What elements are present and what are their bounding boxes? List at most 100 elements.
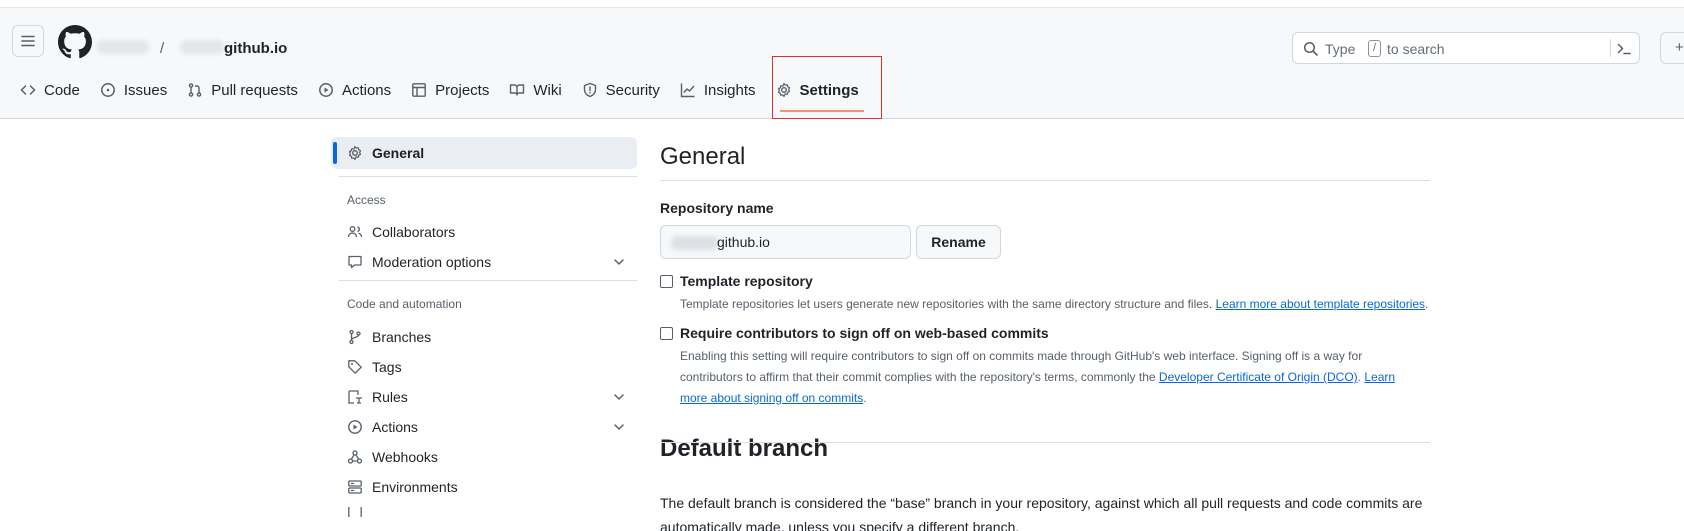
signoff-learn-more-link[interactable]: Learn (1364, 370, 1395, 384)
signoff-line2-period: . (1357, 370, 1361, 384)
signoff-label[interactable]: Require contributors to sign off on web-… (680, 325, 1049, 341)
search-icon (1303, 41, 1318, 56)
settings-highlight-box (772, 56, 882, 119)
search-placeholder-prefix: Type (1325, 41, 1356, 57)
sidebar-item-label: Rules (372, 389, 408, 405)
sidebar-item-label: Tags (372, 359, 402, 375)
play-icon (318, 83, 333, 97)
browser-top-strip (0, 0, 1684, 8)
sidebar-item-label: Branches (372, 329, 432, 345)
sidebar-item-tags[interactable]: Tags (347, 357, 402, 377)
sidebar-item-general-content: General (347, 143, 424, 163)
book-icon (510, 84, 525, 96)
default-branch-divider (660, 442, 1430, 443)
branch-icon (349, 329, 361, 345)
search-input[interactable]: Type / to search (1292, 32, 1640, 64)
title-divider (660, 180, 1430, 181)
sidebar-item-label: General (372, 145, 425, 161)
tab-code[interactable]: Code (10, 80, 90, 100)
sidebar-item-general[interactable]: General (331, 137, 637, 169)
signoff-checkbox[interactable] (660, 327, 673, 340)
breadcrumb-separator: / (160, 40, 165, 57)
signoff-description-line3: more about signing off on commits. (680, 388, 1440, 409)
tab-label: Issues (123, 81, 168, 99)
sidebar-item-rules[interactable]: Rules (347, 387, 408, 407)
tab-label: Code (44, 81, 80, 99)
default-branch-title: Default branch (660, 435, 829, 462)
tab-wiki[interactable]: Wiki (499, 80, 571, 100)
tab-label: Projects (435, 81, 490, 99)
sidebar-item-label: Collaborators (372, 224, 456, 240)
graph-icon (680, 83, 695, 98)
repo-name-redacted (671, 236, 719, 250)
default-branch-text-line2: automatically made, unless you specify a… (660, 519, 1020, 531)
plus-icon: + (1675, 39, 1684, 56)
template-repository-label[interactable]: Template repository (680, 273, 813, 289)
default-branch-text-line1: The default branch is considered the “ba… (660, 495, 1423, 511)
repo-name-label: Repository name (660, 200, 774, 216)
issue-icon (100, 83, 115, 97)
search-shortcut-key: / (1368, 40, 1381, 57)
comment-icon (348, 255, 362, 269)
sidebar-item-moderation-options[interactable]: Moderation options (347, 252, 491, 272)
tab-label: Pull requests (211, 81, 298, 99)
default-branch-description: The default branch is considered the “ba… (660, 491, 1430, 531)
table-icon (412, 83, 427, 97)
sidebar-item-partial[interactable] (347, 507, 372, 517)
tab-projects[interactable]: Projects (401, 80, 499, 100)
sidebar-item-branches[interactable]: Branches (347, 327, 431, 347)
dco-link[interactable]: Developer Certificate of Origin (DCO) (1159, 370, 1358, 384)
sidebar-item-actions[interactable]: Actions (347, 417, 418, 437)
menu-button[interactable] (12, 25, 44, 57)
template-description-text: Template repositories let users generate… (680, 297, 1213, 311)
repo-name-redacted[interactable] (180, 40, 224, 54)
tab-security[interactable]: Security (572, 80, 670, 100)
tab-label: Insights (703, 81, 756, 99)
server-icon (348, 480, 362, 494)
signoff-description-line1: Enabling this setting will require contr… (680, 349, 1363, 363)
gear-icon (348, 145, 362, 161)
template-learn-more-link[interactable]: Learn more about template repositories (1216, 297, 1425, 311)
create-new-button[interactable]: + (1660, 32, 1684, 64)
rename-button[interactable]: Rename (916, 225, 1001, 259)
webhook-icon (347, 450, 363, 464)
sidebar-item-label: Environments (372, 479, 458, 495)
owner-name-redacted[interactable] (97, 40, 149, 54)
repo-name-link[interactable]: github.io (224, 40, 287, 57)
partial-icon (348, 507, 362, 517)
active-indicator (333, 142, 337, 164)
sidebar-item-collaborators[interactable]: Collaborators (347, 222, 455, 242)
play-icon (348, 420, 362, 434)
template-repository-description: Template repositories let users generate… (680, 294, 1440, 315)
sidebar-item-label: Moderation options (372, 254, 492, 270)
pull-request-icon (188, 83, 202, 97)
sidebar-item-webhooks[interactable]: Webhooks (347, 447, 438, 467)
repo-nav: Code Issues Pull requests Actions Projec… (10, 80, 869, 120)
command-palette-icon[interactable] (1616, 41, 1632, 57)
tab-insights[interactable]: Insights (670, 80, 766, 100)
repo-name-value: github.io (717, 234, 770, 250)
code-icon (20, 85, 36, 95)
template-repository-checkbox[interactable] (660, 275, 673, 288)
sidebar-item-label: Webhooks (372, 449, 438, 465)
search-divider (1610, 39, 1611, 57)
chevron-down-icon[interactable] (612, 390, 626, 404)
repo-name-input[interactable]: github.io (660, 225, 911, 259)
shield-icon (583, 82, 596, 98)
sidebar-heading-access: Access (347, 193, 386, 207)
sidebar-item-environments[interactable]: Environments (347, 477, 458, 497)
search-placeholder-suffix: to search (1387, 41, 1445, 57)
tab-issues[interactable]: Issues (90, 80, 177, 100)
tab-pull-requests[interactable]: Pull requests (177, 80, 308, 100)
tab-label: Security (605, 81, 660, 99)
sidebar-heading-code-and-automation: Code and automation (347, 297, 462, 311)
tab-actions[interactable]: Actions (308, 80, 401, 100)
signoff-learn-more-link-cont[interactable]: more about signing off on commits (680, 391, 863, 405)
chevron-down-icon[interactable] (612, 420, 626, 434)
rules-icon (348, 390, 362, 404)
chevron-down-icon[interactable] (612, 255, 626, 269)
signoff-line2-text: contributors to affirm that their commit… (680, 370, 1156, 384)
tab-label: Actions (341, 81, 392, 99)
github-logo-icon[interactable] (58, 25, 92, 59)
template-description-period: . (1425, 297, 1429, 311)
